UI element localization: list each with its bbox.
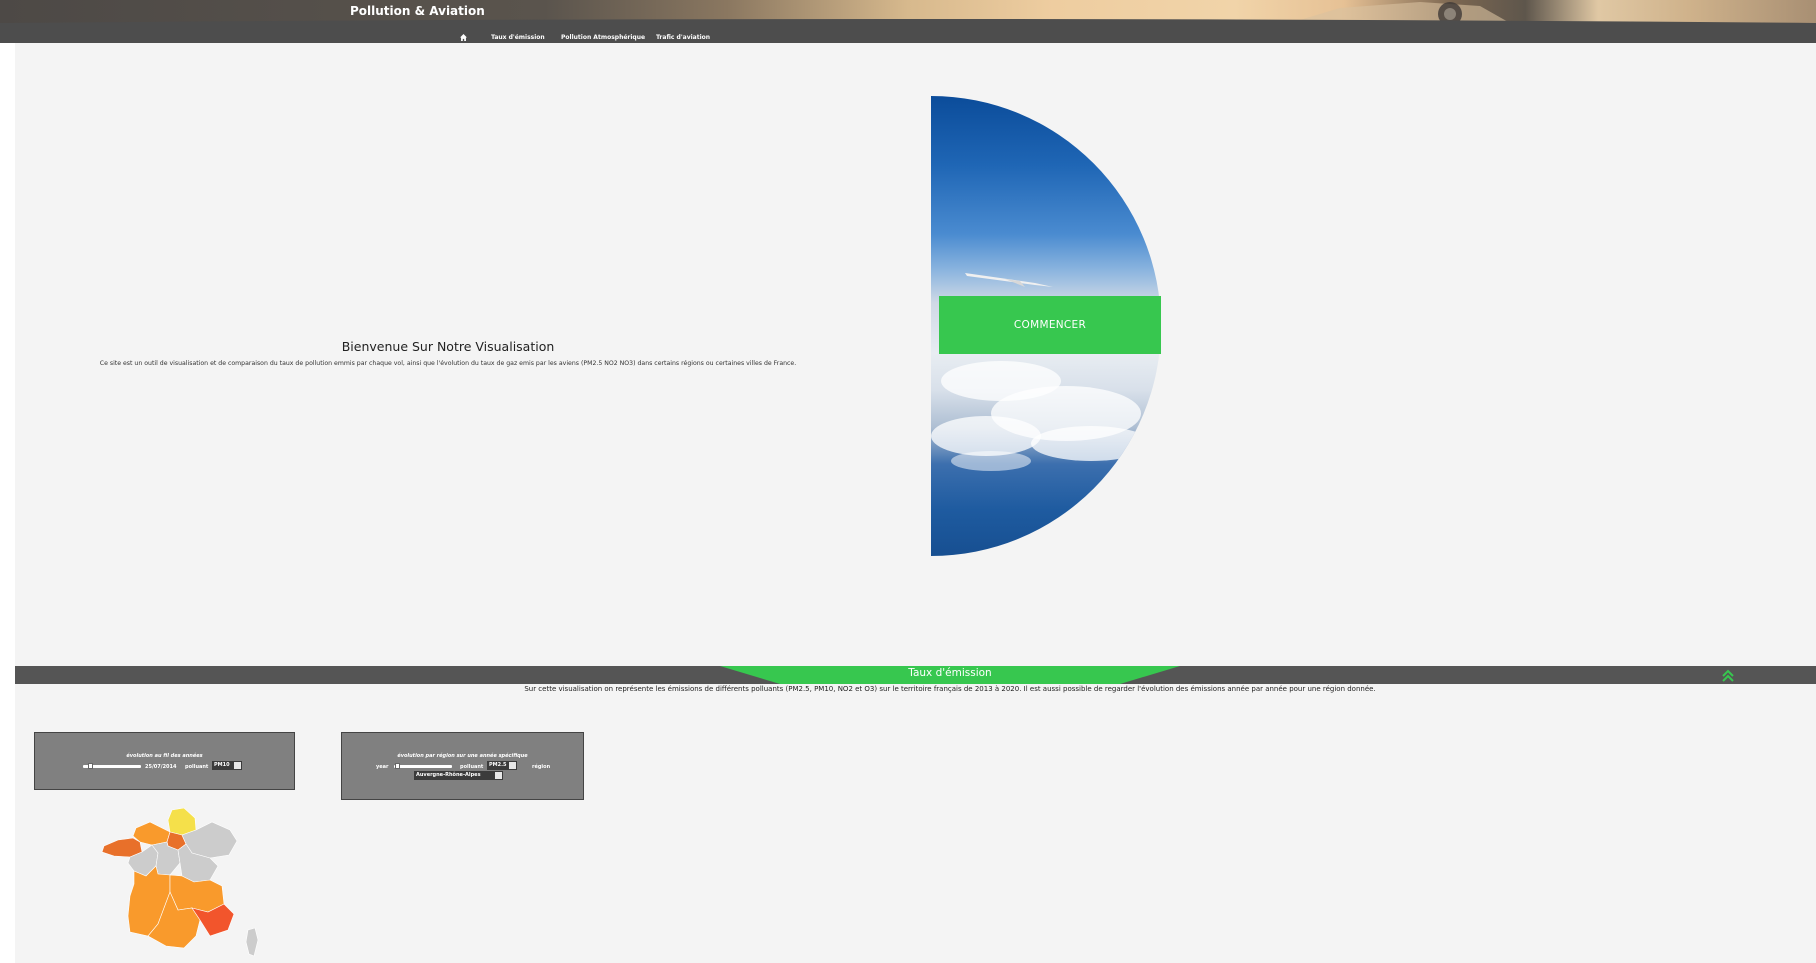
date-slider-thumb[interactable] — [87, 763, 93, 769]
france-map[interactable] — [100, 808, 265, 958]
year-slider-thumb[interactable] — [395, 763, 401, 769]
pollutant-label: polluant — [185, 764, 209, 770]
region-bretagne[interactable] — [101, 837, 143, 858]
region-select[interactable]: Auvergne-Rhône-Alpes — [414, 771, 503, 780]
pollutant-select[interactable]: PM10 — [212, 761, 242, 770]
nav-item-trafic-aviation[interactable]: Trafic d'aviation — [656, 34, 710, 41]
section-title: Taux d'émission — [908, 667, 992, 679]
nav-bar — [0, 19, 1816, 43]
region-evolution-panel: évolution par région sur une année spéci… — [341, 732, 584, 800]
pollutant-selected-value: PM10 — [214, 762, 230, 768]
region-selected-value: Auvergne-Rhône-Alpes — [416, 772, 481, 778]
start-button[interactable]: COMMENCER — [939, 296, 1161, 354]
airplane-icon — [965, 273, 1053, 287]
year-label: year — [376, 764, 389, 770]
page-background — [15, 0, 1816, 963]
hero-description: Ce site est un outil de visualisation et… — [99, 360, 797, 367]
pollutant-select[interactable]: PM2.5 — [487, 761, 517, 770]
panel-title: évolution au fil des années — [126, 753, 203, 759]
region-hauts-de-france[interactable] — [167, 808, 197, 836]
double-chevron-up-icon[interactable] — [1720, 668, 1736, 684]
chevron-down-icon — [495, 772, 502, 779]
date-value: 25/07/2014 — [145, 764, 177, 770]
pollutant-label: polluant — [460, 764, 484, 770]
region-corse[interactable] — [245, 927, 259, 957]
chevron-down-icon — [509, 762, 516, 769]
pollutant-selected-value: PM2.5 — [489, 762, 507, 768]
nav-item-taux-emission[interactable]: Taux d'émission — [491, 34, 545, 41]
nav-item-pollution-atmospherique[interactable]: Pollution Atmosphérique — [561, 34, 645, 41]
panel-title: évolution par région sur une année spéci… — [397, 753, 528, 759]
year-slider[interactable] — [394, 765, 452, 768]
hero-title: Bienvenue Sur Notre Visualisation — [341, 339, 555, 354]
time-evolution-panel: évolution au fil des années 25/07/2014 p… — [34, 732, 295, 790]
site-title[interactable]: Pollution & Aviation — [350, 4, 485, 18]
section-description: Sur cette visualisation on représente le… — [524, 685, 1376, 693]
nav-curve — [0, 19, 1816, 29]
home-icon[interactable] — [460, 34, 467, 41]
chevron-down-icon — [234, 762, 241, 769]
region-label: région — [532, 764, 551, 770]
